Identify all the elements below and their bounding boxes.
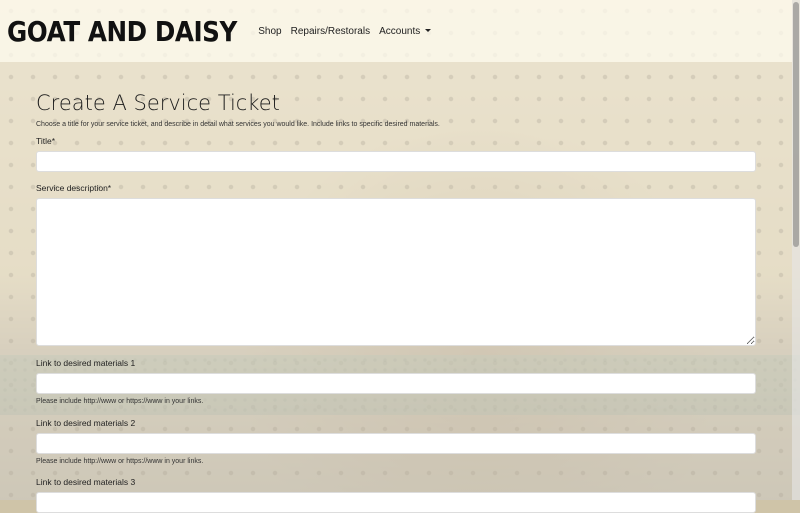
link3-label: Link to desired materials 3	[36, 477, 136, 487]
description-label: Service description*	[36, 183, 112, 193]
nav-repairs[interactable]: Repairs/Restorals	[291, 26, 370, 37]
brand-logo[interactable]: GOAT AND DAISY	[7, 15, 237, 48]
scrollbar-thumb[interactable]	[793, 2, 799, 247]
link1-input[interactable]	[36, 373, 756, 394]
nav-shop[interactable]: Shop	[258, 26, 281, 37]
link1-label: Link to desired materials 1	[36, 358, 136, 368]
link3-input[interactable]	[36, 492, 756, 513]
title-label: Title*	[36, 136, 56, 146]
link2-group: Link to desired materials 2 Please inclu…	[36, 418, 756, 465]
description-group: Service description*	[36, 183, 756, 346]
page-title: Create A Service Ticket	[36, 91, 280, 115]
nav-accounts-label: Accounts	[379, 25, 421, 37]
link1-help: Please include http://www or https://www…	[36, 398, 204, 405]
link2-label: Link to desired materials 2	[36, 418, 136, 428]
link2-input[interactable]	[36, 433, 756, 454]
nav-accounts-dropdown[interactable]: Accounts	[379, 25, 432, 37]
title-input[interactable]	[36, 151, 756, 172]
title-group: Title*	[36, 136, 756, 172]
nav-links: Shop Repairs/Restorals Accounts	[258, 26, 440, 37]
page-scrollbar[interactable]	[792, 0, 800, 500]
caret-down-icon	[425, 28, 432, 32]
service-ticket-form: Create A Service Ticket Choose a title f…	[36, 62, 756, 513]
link3-group: Link to desired materials 3	[36, 477, 756, 513]
link1-group: Link to desired materials 1 Please inclu…	[36, 358, 756, 405]
form-intro: Choose a title for your service ticket, …	[36, 121, 440, 128]
description-textarea[interactable]	[36, 198, 756, 346]
navbar: GOAT AND DAISY Shop Repairs/Restorals Ac…	[0, 0, 792, 62]
link2-help: Please include http://www or https://www…	[36, 458, 204, 465]
